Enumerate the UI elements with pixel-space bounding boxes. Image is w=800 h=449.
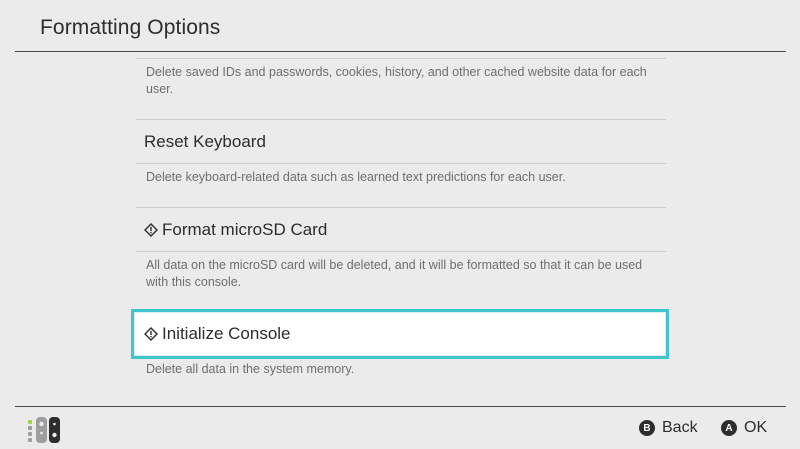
joycon-controller-icon	[28, 417, 60, 443]
list-divider	[136, 251, 666, 252]
list-divider	[136, 163, 666, 164]
warning-diamond-icon	[144, 223, 158, 237]
header-divider	[15, 51, 786, 52]
option-description: All data on the microSD card will be del…	[146, 258, 643, 289]
list-divider	[136, 207, 666, 208]
option-title: Reset Keyboard	[144, 132, 266, 151]
footer-divider	[15, 406, 786, 407]
warning-diamond-icon	[144, 327, 158, 341]
option-description: Delete all data in the system memory.	[146, 362, 355, 376]
a-button-icon: A	[721, 420, 737, 436]
header: Formatting Options	[0, 0, 800, 52]
option-reset-keyboard[interactable]: Reset Keyboard	[144, 132, 266, 152]
back-label: Back	[662, 419, 698, 436]
back-button[interactable]: B Back	[639, 419, 698, 437]
page-title: Formatting Options	[40, 16, 221, 39]
list-divider	[136, 58, 666, 59]
option-title: Initialize Console	[162, 324, 291, 343]
option-title: Format microSD Card	[162, 220, 328, 239]
ok-button[interactable]: A OK	[721, 419, 767, 437]
option-format-microsd[interactable]: Format microSD Card	[144, 220, 327, 240]
option-description: Delete keyboard-related data such as lea…	[146, 170, 566, 184]
list-divider	[136, 119, 666, 120]
b-button-icon: B	[639, 420, 655, 436]
option-description-clear-cache[interactable]: Delete saved IDs and passwords, cookies,…	[146, 64, 651, 97]
ok-label: OK	[744, 419, 768, 436]
option-initialize-console[interactable]: Initialize Console	[144, 324, 291, 344]
